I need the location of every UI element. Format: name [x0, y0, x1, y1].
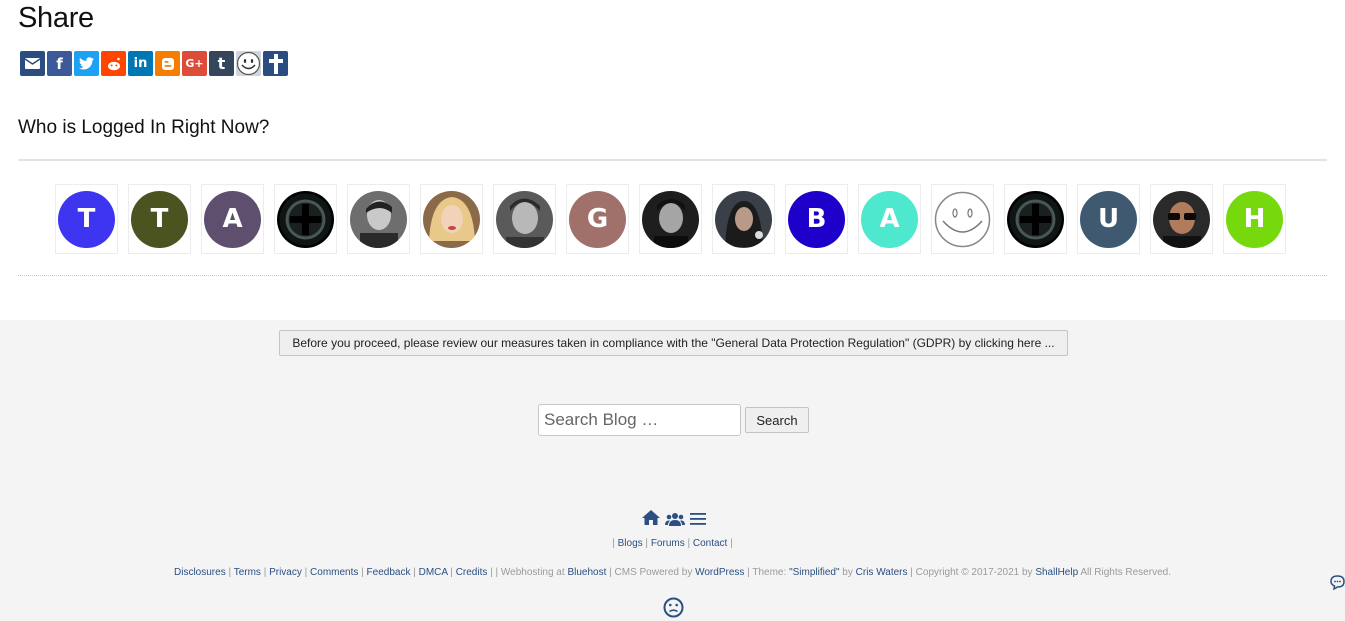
avatar-item[interactable]	[420, 184, 483, 254]
avatar-item[interactable]: T	[128, 184, 191, 254]
blogger-icon	[161, 57, 174, 70]
letter-avatar: H	[1226, 190, 1283, 248]
blogs-link[interactable]: Blogs	[618, 538, 643, 549]
letter-avatar: A	[204, 190, 261, 248]
users-icon[interactable]	[665, 512, 685, 526]
contact-link[interactable]: Contact	[693, 538, 727, 549]
user-photo-icon	[1153, 190, 1210, 248]
google-plus-icon: G+	[185, 57, 204, 70]
avatar-item[interactable]	[712, 184, 775, 254]
google-plus-share-button[interactable]: G+	[182, 51, 207, 76]
cms-text: CMS Powered by	[614, 567, 693, 578]
user-photo-icon	[350, 190, 407, 248]
user-photo-icon	[423, 190, 480, 248]
avatar-item[interactable]: H	[1223, 184, 1286, 254]
avatar-item[interactable]	[1004, 184, 1067, 254]
user-photo-icon	[496, 190, 553, 248]
linkedin-share-button[interactable]: in	[128, 51, 153, 76]
smiley-avatar-icon	[934, 190, 991, 248]
dark-cross-icon	[1007, 190, 1064, 248]
feedback-link[interactable]: Feedback	[367, 567, 411, 578]
avatar-item[interactable]	[639, 184, 702, 254]
forums-link[interactable]: Forums	[651, 538, 685, 549]
envelope-icon	[25, 58, 40, 69]
user-photo-icon	[715, 190, 772, 248]
blogger-share-button[interactable]	[155, 51, 180, 76]
search-button[interactable]: Search	[745, 407, 809, 433]
comments-link[interactable]: Comments	[310, 567, 358, 578]
avatar-item[interactable]: A	[858, 184, 921, 254]
smiley-share-button[interactable]	[236, 51, 261, 76]
logged-in-heading: Who is Logged In Right Now?	[18, 117, 270, 138]
bluehost-link[interactable]: Bluehost	[567, 567, 606, 578]
home-icon[interactable]	[642, 510, 660, 526]
footer-credits: Disclosures | Terms | Privacy | Comments…	[174, 567, 1171, 578]
tumblr-icon: t	[217, 54, 226, 73]
letter-avatar: G	[569, 190, 626, 248]
wordpress-link[interactable]: WordPress	[695, 567, 744, 578]
facebook-icon: f	[56, 54, 63, 73]
neutral-face-icon[interactable]	[663, 597, 684, 618]
by-text: by	[842, 567, 853, 578]
logged-in-avatars: T T A G B A U H	[55, 184, 1286, 254]
letter-avatar: A	[861, 190, 918, 248]
theme-text: Theme:	[752, 567, 787, 578]
theme-link[interactable]: "Simplified"	[789, 567, 839, 578]
credits-link[interactable]: Credits	[456, 567, 488, 578]
terms-link[interactable]: Terms	[234, 567, 261, 578]
author-link[interactable]: Cris Waters	[856, 567, 908, 578]
linkedin-icon: in	[133, 56, 148, 71]
avatar-item[interactable]: B	[785, 184, 848, 254]
dark-cross-icon	[277, 190, 334, 248]
reddit-icon	[107, 57, 120, 70]
twitter-share-button[interactable]	[74, 51, 99, 76]
avatar-item[interactable]	[274, 184, 337, 254]
avatar-item[interactable]: G	[566, 184, 629, 254]
copyright-text: Copyright © 2017-2021 by	[915, 567, 1033, 578]
reddit-share-button[interactable]	[101, 51, 126, 76]
share-title: Share	[18, 2, 94, 34]
letter-avatar: U	[1080, 190, 1137, 248]
facebook-share-button[interactable]: f	[47, 51, 72, 76]
gdpr-button[interactable]: Before you proceed, please review our me…	[279, 330, 1068, 356]
rights-text: All Rights Reserved.	[1080, 567, 1171, 578]
disclosures-link[interactable]: Disclosures	[174, 567, 226, 578]
avatar-item[interactable]	[493, 184, 556, 254]
twitter-icon	[79, 57, 94, 70]
email-share-button[interactable]	[20, 51, 45, 76]
avatar-item[interactable]	[1150, 184, 1213, 254]
letter-avatar: T	[131, 190, 188, 248]
share-buttons: f in G+ t	[20, 51, 288, 76]
smiley-icon	[236, 51, 261, 76]
search-input[interactable]	[538, 404, 741, 436]
chat-icon[interactable]	[1330, 575, 1345, 590]
avatar-item[interactable]: U	[1077, 184, 1140, 254]
menu-icon[interactable]	[690, 512, 706, 526]
avatar-item[interactable]: A	[201, 184, 264, 254]
avatar-item[interactable]	[347, 184, 410, 254]
dotted-divider	[18, 275, 1327, 276]
dmca-link[interactable]: DMCA	[419, 567, 448, 578]
divider	[18, 159, 1327, 161]
tumblr-share-button[interactable]: t	[209, 51, 234, 76]
avatar-item[interactable]	[931, 184, 994, 254]
footer: Before you proceed, please review our me…	[0, 320, 1345, 621]
cross-share-button[interactable]	[263, 51, 288, 76]
letter-avatar: T	[58, 190, 115, 248]
footer-nav: | Blogs | Forums | Contact |	[612, 538, 733, 549]
webhosting-text: Webhosting at	[500, 567, 565, 578]
letter-avatar: B	[788, 190, 845, 248]
owner-link[interactable]: ShallHelp	[1035, 567, 1078, 578]
avatar-item[interactable]: T	[55, 184, 118, 254]
footer-icons	[642, 510, 706, 526]
cross-icon	[268, 53, 283, 74]
privacy-link[interactable]: Privacy	[269, 567, 302, 578]
user-photo-icon	[642, 190, 699, 248]
